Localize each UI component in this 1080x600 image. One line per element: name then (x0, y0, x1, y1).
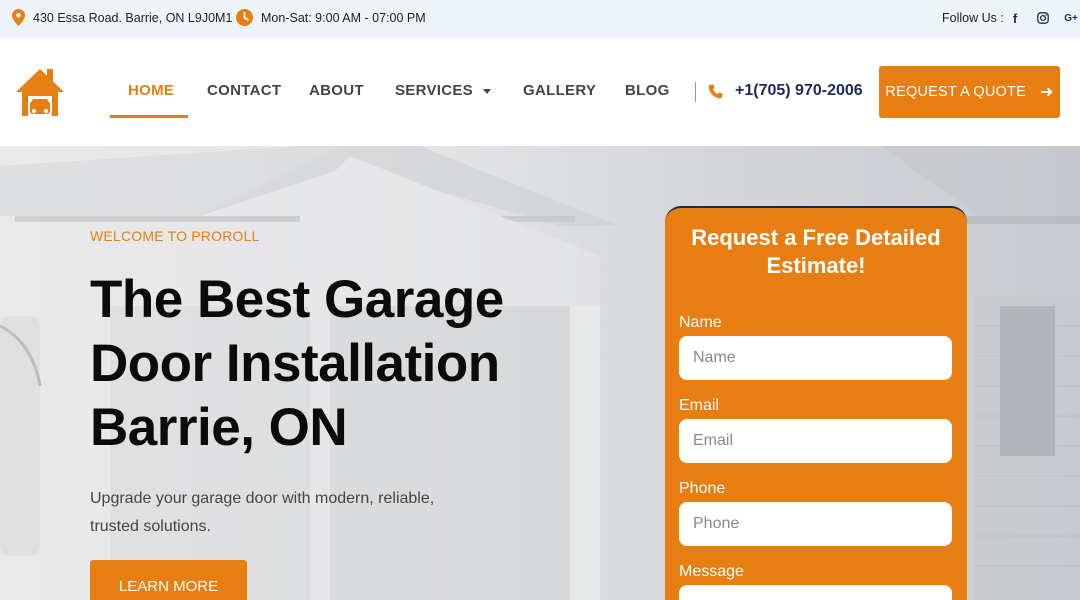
address-text: 430 Essa Road. Barrie, ON L9J0M1 (33, 10, 233, 25)
garage-house-icon (16, 69, 64, 116)
hero-section: WELCOME TO PROROLL The Best Garage Door … (0, 146, 1080, 600)
hours-text: Mon-Sat: 9:00 AM - 07:00 PM (261, 10, 426, 25)
facebook-icon[interactable]: f (1008, 11, 1022, 26)
hero-title: The Best Garage Door Installation Barrie… (90, 270, 504, 457)
request-quote-button[interactable]: REQUEST A QUOTE ➜ (879, 66, 1060, 118)
name-label: Name (679, 314, 722, 331)
phone-icon (708, 83, 723, 98)
learn-more-button[interactable]: LEARN MORE (90, 560, 247, 600)
location-pin-icon (12, 9, 25, 26)
nav-active-underline (110, 115, 188, 118)
message-input[interactable] (679, 585, 952, 600)
nav-blog[interactable]: BLOG (625, 82, 670, 99)
hero-subtitle: Upgrade your garage door with modern, re… (90, 490, 435, 535)
email-label: Email (679, 397, 720, 414)
hours-info: Mon-Sat: 9:00 AM - 07:00 PM (236, 9, 426, 26)
nav-about[interactable]: ABOUT (309, 82, 364, 99)
nav-home[interactable]: HOME (128, 82, 174, 99)
nav-services[interactable]: SERVICES (395, 82, 491, 99)
address-info: 430 Essa Road. Barrie, ON L9J0M1 (12, 9, 232, 26)
google-plus-icon[interactable]: G+ (1064, 11, 1078, 25)
site-logo[interactable] (14, 66, 66, 123)
phone-link[interactable]: +1(705) 970-2006 (708, 82, 863, 100)
phone-input[interactable] (679, 502, 952, 546)
phone-number: +1(705) 970-2006 (735, 82, 863, 99)
estimate-form: Request a Free Detailed Estimate! Name E… (665, 206, 967, 600)
chevron-down-icon (483, 88, 491, 94)
form-title: Request a Free Detailed Estimate! (691, 225, 941, 278)
email-input[interactable] (679, 419, 952, 463)
welcome-tagline: WELCOME TO PROROLL (90, 228, 260, 244)
nav-contact[interactable]: CONTACT (207, 82, 281, 99)
follow-us-label: Follow Us : (942, 11, 1004, 25)
arrow-right-icon: ➜ (1039, 84, 1054, 101)
nav-gallery[interactable]: GALLERY (523, 82, 596, 99)
top-bar: 430 Essa Road. Barrie, ON L9J0M1 Mon-Sat… (0, 0, 1080, 38)
nav-services-label: SERVICES (395, 82, 473, 99)
main-header: HOME CONTACT ABOUT SERVICES GALLERY BLOG… (0, 38, 1080, 146)
instagram-icon[interactable] (1036, 11, 1050, 25)
phone-label: Phone (679, 480, 726, 497)
request-quote-label: REQUEST A QUOTE (885, 84, 1026, 100)
nav-divider (695, 82, 696, 102)
message-label: Message (679, 563, 744, 580)
name-input[interactable] (679, 336, 952, 380)
clock-icon (236, 9, 253, 26)
